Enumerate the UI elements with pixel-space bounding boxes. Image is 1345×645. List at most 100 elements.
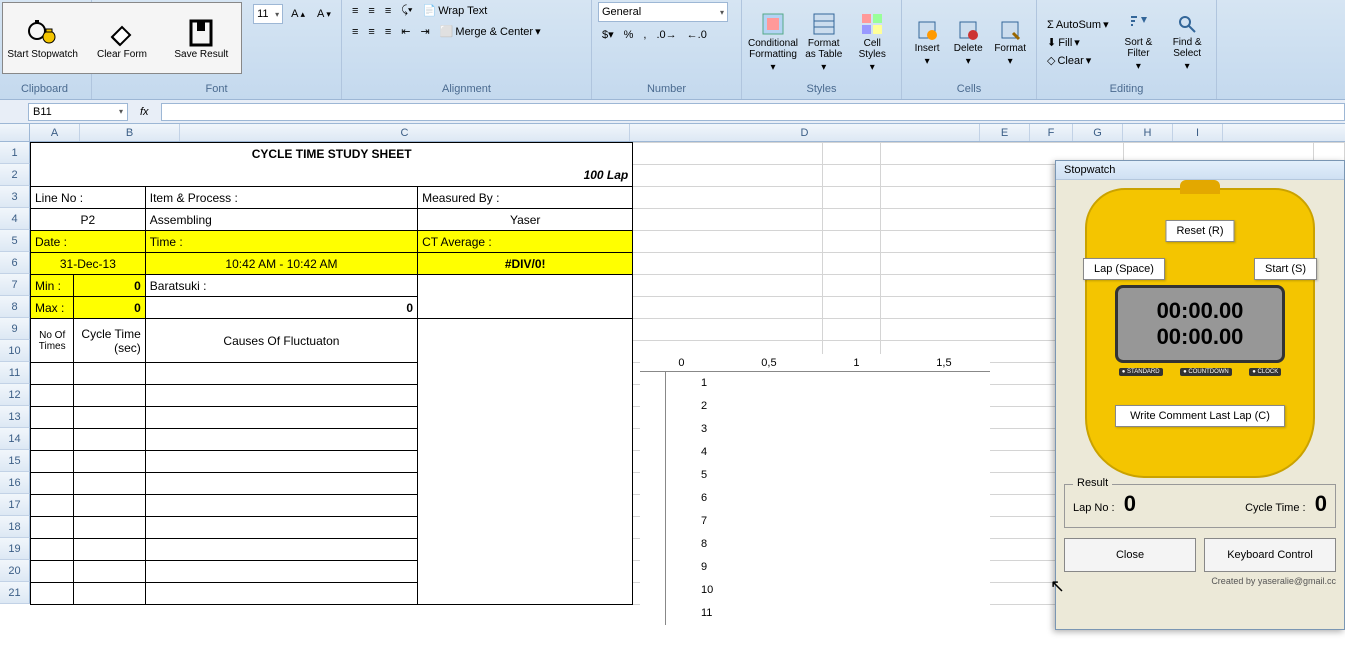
row-header[interactable]: 10 [0, 340, 30, 362]
col-header[interactable]: G [1073, 124, 1123, 141]
align-center-icon[interactable]: ≡ [364, 23, 378, 40]
col-header[interactable]: B [80, 124, 180, 141]
row-header[interactable]: 7 [0, 274, 30, 296]
stopwatch-dialog: Stopwatch Reset (R) Lap (Space) Start (S… [1055, 160, 1345, 630]
reset-button[interactable]: Reset (R) [1165, 220, 1234, 242]
custom-addin-tools: Start Stopwatch Clear Form Save Result [2, 2, 242, 74]
clear-form-button[interactable]: Clear Form [82, 3, 161, 73]
group-clipboard: Clipboard [4, 83, 85, 97]
date-value: 31-Dec-13 [31, 253, 146, 275]
format-as-table-button[interactable]: Format as Table▾ [801, 10, 847, 76]
row-header[interactable]: 6 [0, 252, 30, 274]
keyboard-control-button[interactable]: Keyboard Control [1204, 538, 1336, 572]
align-left-icon[interactable]: ≡ [348, 23, 362, 40]
row-header[interactable]: 8 [0, 296, 30, 318]
percent-icon[interactable]: % [620, 26, 638, 43]
row-header[interactable]: 21 [0, 582, 30, 604]
align-bottom-icon[interactable]: ≡ [381, 2, 395, 19]
select-all-corner[interactable] [0, 124, 30, 141]
dec-decimal-icon[interactable]: ←.0 [683, 26, 711, 43]
row-header[interactable]: 15 [0, 450, 30, 472]
row-header[interactable]: 5 [0, 230, 30, 252]
write-comment-button[interactable]: Write Comment Last Lap (C) [1115, 405, 1285, 427]
row-header[interactable]: 3 [0, 186, 30, 208]
increase-font-icon[interactable]: A▴ [287, 4, 309, 24]
row-header[interactable]: 2 [0, 164, 30, 186]
col-header[interactable]: I [1173, 124, 1223, 141]
font-size-combo[interactable]: 11 [253, 4, 283, 24]
sort-filter-button[interactable]: Sort & Filter▾ [1116, 10, 1162, 76]
group-font: Font [98, 83, 335, 97]
time-value: 10:42 AM - 10:42 AM [145, 253, 417, 275]
indent-dec-icon[interactable]: ⇤ [397, 23, 414, 40]
insert-cells-button[interactable]: Insert▾ [908, 10, 946, 76]
clear-button[interactable]: ◇ Clear ▾ [1043, 52, 1113, 69]
col-header[interactable]: F [1030, 124, 1073, 141]
number-format-combo[interactable]: General [598, 2, 728, 22]
merge-center-button[interactable]: ⬜ Merge & Center ▾ [436, 23, 545, 40]
stopwatch-display: 00:00.00 00:00.00 [1115, 285, 1285, 363]
baratsuki-value: 0 [145, 297, 417, 319]
lap-button[interactable]: Lap (Space) [1083, 258, 1165, 280]
row-header[interactable]: 18 [0, 516, 30, 538]
find-select-button[interactable]: Find & Select▾ [1164, 10, 1210, 76]
min-value: 0 [74, 275, 145, 297]
row-header[interactable]: 9 [0, 318, 30, 340]
col-header[interactable]: C [180, 124, 630, 141]
max-value: 0 [74, 297, 145, 319]
currency-icon[interactable]: $▾ [598, 26, 618, 43]
wrap-text-button[interactable]: 📄 Wrap Text [419, 2, 492, 19]
start-stopwatch-button[interactable]: Start Stopwatch [3, 3, 82, 73]
row-header[interactable]: 1 [0, 142, 30, 164]
row-header[interactable]: 11 [0, 362, 30, 384]
conditional-formatting-button[interactable]: Conditional Formatting▾ [748, 10, 798, 76]
row-header[interactable]: 4 [0, 208, 30, 230]
fill-button[interactable]: ⬇ Fill ▾ [1043, 34, 1113, 51]
embedded-chart[interactable]: 00,511,5 1234567891011 [640, 354, 990, 644]
indent-inc-icon[interactable]: ⇥ [416, 23, 433, 40]
group-styles: Styles [748, 83, 895, 97]
decrease-font-icon[interactable]: A▾ [313, 4, 335, 24]
stopwatch-graphic: Reset (R) Lap (Space) Start (S) 00:00.00… [1085, 188, 1315, 478]
close-button[interactable]: Close [1064, 538, 1196, 572]
align-right-icon[interactable]: ≡ [381, 23, 395, 40]
row-header[interactable]: 20 [0, 560, 30, 582]
dialog-title: Stopwatch [1056, 161, 1344, 180]
cell-styles-button[interactable]: Cell Styles▾ [850, 10, 896, 76]
format-cells-button[interactable]: Format▾ [990, 10, 1030, 76]
fx-icon[interactable]: fx [140, 106, 149, 118]
ribbon: Start Stopwatch Clear Form Save Result C… [0, 0, 1345, 100]
lap-count: 100 Lap [31, 165, 633, 187]
cycle-time-value: 0 [1315, 491, 1327, 516]
result-panel: Result Lap No : 0 Cycle Time : 0 [1064, 484, 1336, 528]
align-middle-icon[interactable]: ≡ [364, 2, 378, 19]
measured-by-value[interactable]: Yaser [418, 209, 633, 231]
inc-decimal-icon[interactable]: .0→ [652, 26, 680, 43]
comma-icon[interactable]: , [639, 26, 650, 43]
ct-average-value: #DIV/0! [418, 253, 633, 275]
col-header[interactable]: H [1123, 124, 1173, 141]
row-header[interactable]: 14 [0, 428, 30, 450]
formula-input[interactable] [161, 103, 1345, 121]
start-button[interactable]: Start (S) [1254, 258, 1317, 280]
item-process-value[interactable]: Assembling [145, 209, 417, 231]
col-header[interactable]: D [630, 124, 980, 141]
group-number: Number [598, 83, 735, 97]
sheet-title: CYCLE TIME STUDY SHEET [31, 143, 633, 165]
credit-text: Created by yaseralie@gmail.cc [1064, 576, 1336, 586]
align-top-icon[interactable]: ≡ [348, 2, 362, 19]
row-header[interactable]: 13 [0, 406, 30, 428]
row-header[interactable]: 16 [0, 472, 30, 494]
row-header[interactable]: 19 [0, 538, 30, 560]
col-header[interactable]: E [980, 124, 1030, 141]
save-result-button[interactable]: Save Result [162, 3, 241, 73]
name-box[interactable]: B11 [28, 103, 128, 121]
orientation-icon[interactable]: ⤹▾ [397, 2, 416, 19]
row-header[interactable]: 12 [0, 384, 30, 406]
autosum-button[interactable]: Σ AutoSum ▾ [1043, 16, 1113, 33]
line-no-value[interactable]: P2 [31, 209, 146, 231]
delete-cells-button[interactable]: Delete▾ [949, 10, 987, 76]
group-editing: Editing [1043, 83, 1210, 97]
row-header[interactable]: 17 [0, 494, 30, 516]
col-header[interactable]: A [30, 124, 80, 141]
